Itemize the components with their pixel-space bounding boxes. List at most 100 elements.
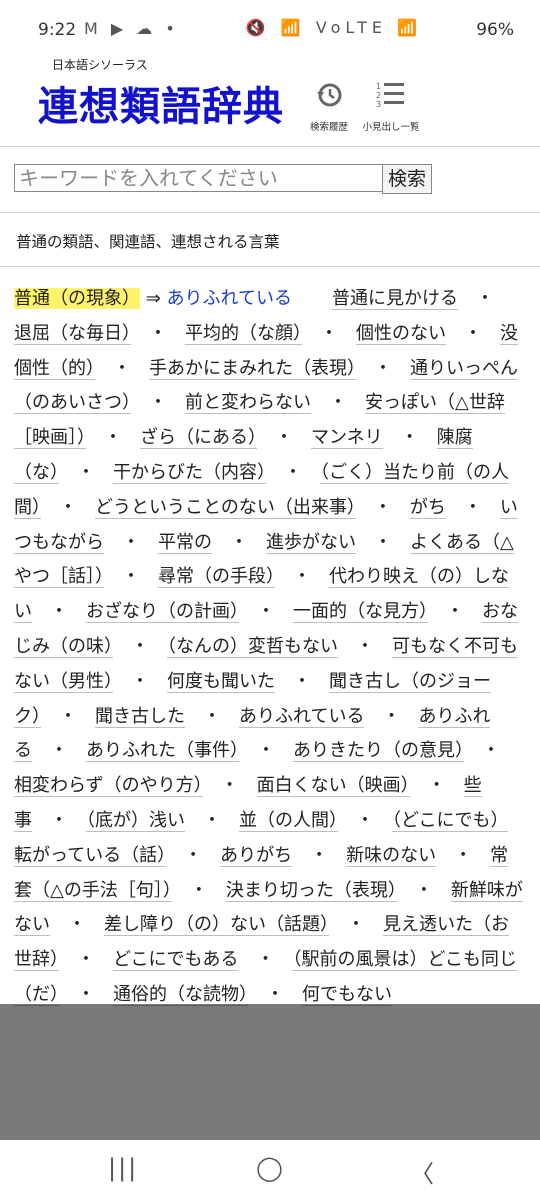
separator-dot: ・	[113, 357, 131, 379]
synonym-list: 普通に見かける ・退屈（な毎日）・平均的（な顔）・個性のない・没個性（的）・手あか…	[14, 288, 523, 1006]
synonym-term[interactable]: マンネリ	[311, 427, 383, 450]
synonym-term[interactable]: 相変わらず（のやり方）	[14, 775, 203, 798]
page-heading: 普通の類語、関連語、連想される言葉	[16, 233, 280, 251]
section-index-button[interactable]: 123 小見出し一覧	[356, 80, 426, 133]
separator-dot: ・	[275, 427, 293, 449]
synonym-term[interactable]: 差し障り（の）ない（話題）	[104, 914, 329, 937]
svg-text:1: 1	[376, 82, 381, 91]
synonym-term[interactable]: おざなり（の計画）	[86, 601, 239, 624]
separator-dot: ・	[122, 531, 140, 553]
separator-dot: ・	[476, 288, 495, 309]
notification-icons: M ▶ ☁ •	[84, 19, 179, 38]
separator-dot: ・	[373, 496, 392, 518]
svg-text:2: 2	[376, 91, 381, 100]
separator-dot: ・	[427, 775, 446, 797]
home-button[interactable]: ◯	[256, 1154, 283, 1182]
headword: 普通（の現象）	[14, 288, 140, 309]
separator-dot: ・	[382, 705, 401, 727]
synonym-results: 普通（の現象） ⇒ ありふれている 普通に見かける ・退屈（な毎日）・平均的（な顔）…	[14, 282, 526, 1013]
synonym-term[interactable]: 平均的（な顔）	[185, 322, 302, 345]
header-divider	[0, 146, 540, 147]
separator-dot: ・	[230, 531, 248, 553]
separator-dot: ・	[50, 601, 68, 623]
separator-dot: ・	[284, 461, 302, 483]
separator-dot: ・	[446, 601, 464, 623]
separator-dot: ・	[131, 635, 149, 657]
section-index-label: 小見出し一覧	[362, 122, 420, 133]
synonym-term[interactable]: 退屈（な毎日）	[14, 322, 131, 345]
separator-dot: ・	[220, 775, 239, 797]
synonym-term[interactable]: 進歩がない	[266, 531, 356, 554]
search-history-button[interactable]: 検索履歴	[304, 80, 354, 133]
synonym-term[interactable]: 通俗的（な読物）	[113, 983, 248, 1006]
search-input[interactable]: キーワードを入れてください	[14, 164, 384, 192]
synonym-term[interactable]: 平常の	[158, 531, 212, 554]
synonym-term[interactable]: 一面的（な見方）	[293, 601, 428, 624]
separator-dot: ・	[374, 531, 392, 553]
separator-dot: ・	[293, 670, 311, 692]
separator-dot: ・	[203, 705, 221, 727]
synonym-term[interactable]: 新味のない	[346, 844, 437, 867]
synonym-term[interactable]: ありがち	[220, 844, 293, 867]
search-button[interactable]: 検索	[382, 164, 432, 194]
synonym-term[interactable]: （なんの）変哲もない	[167, 635, 338, 658]
synonym-term[interactable]: （底が）浅い	[86, 809, 185, 832]
separator-dot: ・	[400, 427, 419, 449]
status-time: 9:22	[38, 20, 77, 40]
main-synonym-link[interactable]: ありふれている	[167, 288, 292, 309]
synonym-term[interactable]: 何度も聞いた	[167, 670, 275, 693]
site-logo[interactable]: 連想類語辞典	[38, 74, 284, 132]
synonym-term[interactable]: ありふれている	[239, 705, 365, 728]
separator-dot: ・	[50, 809, 68, 831]
synonym-term[interactable]: どうということのない（出来事）	[95, 496, 356, 519]
separator-dot: ・	[257, 740, 275, 762]
back-button[interactable]: 〈	[410, 1154, 434, 1189]
separator-dot: ・	[329, 392, 347, 414]
status-bar: 9:22 M ▶ ☁ • 🔇 📶 VoLTE 📶 96%	[0, 0, 540, 60]
synonym-term[interactable]: 干からびた（内容）	[113, 461, 266, 484]
synonym-term[interactable]: 個性のない	[356, 322, 446, 345]
separator-dot: ・	[464, 322, 482, 344]
synonym-term[interactable]: ざら（にある）	[140, 427, 257, 450]
synonym-term[interactable]: ありきたり（の意見）	[293, 740, 464, 763]
separator-dot: ・	[77, 949, 95, 971]
system-status-icons: 🔇 📶 VoLTE 📶	[245, 18, 422, 37]
synonym-term[interactable]: 何でもない	[302, 983, 392, 1006]
separator-dot: ・	[257, 601, 275, 623]
synonym-term[interactable]: 聞き古した	[95, 705, 185, 728]
separator-dot: ・	[310, 844, 329, 866]
separator-dot: ・	[50, 740, 68, 762]
separator-dot: ・	[482, 740, 500, 762]
recents-button[interactable]: |||	[108, 1154, 138, 1182]
separator-dot: ・	[347, 914, 365, 936]
separator-dot: ・	[203, 809, 221, 831]
synonym-term[interactable]: 決まり切った（表現）	[225, 879, 397, 902]
separator-dot: ・	[293, 566, 311, 588]
synonym-term[interactable]: 前と変わらない	[185, 392, 311, 415]
separator-dot: ・	[59, 496, 77, 518]
synonym-term[interactable]: 手あかにまみれた（表現）	[149, 357, 356, 380]
synonym-term[interactable]: 面白くない（映画）	[256, 775, 410, 798]
separator-dot: ・	[266, 983, 284, 1005]
site-header: 日本語シソーラス 連想類語辞典 検索履歴 123 小見出し一覧	[0, 56, 540, 133]
synonym-term[interactable]: 尋常（の手段）	[158, 566, 275, 589]
separator-dot: ・	[414, 879, 433, 901]
synonym-term[interactable]: 普通に見かける	[332, 288, 459, 310]
site-subtitle: 日本語シソーラス	[52, 58, 148, 72]
synonym-term[interactable]: がち	[409, 496, 446, 519]
synonym-term[interactable]: どこにでもある	[113, 949, 239, 972]
separator-dot: ・	[356, 809, 374, 831]
battery-level: 96%	[476, 20, 514, 40]
search-history-label: 検索履歴	[309, 122, 348, 133]
separator-dot: ・	[256, 949, 275, 971]
separator-dot: ・	[320, 322, 338, 344]
separator-dot: ・	[149, 392, 167, 414]
separator-dot: ・	[104, 427, 122, 449]
separator-dot: ・	[59, 705, 77, 727]
arrow-icon: ⇒	[145, 288, 161, 309]
separator-dot: ・	[184, 844, 203, 866]
synonym-term[interactable]: ありふれた（事件）	[86, 740, 239, 763]
synonym-term[interactable]: 並（の人間）	[239, 809, 338, 832]
separator-dot: ・	[131, 670, 149, 692]
system-navigation-bar: ||| ◯ 〈	[0, 1140, 540, 1200]
